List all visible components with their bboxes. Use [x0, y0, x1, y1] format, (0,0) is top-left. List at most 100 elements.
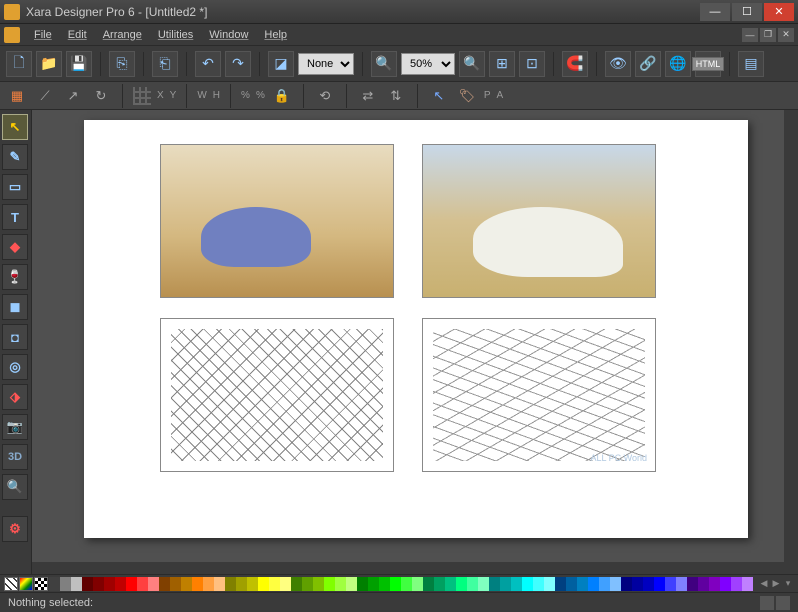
color-swatch[interactable]	[467, 577, 478, 591]
color-swatch[interactable]	[599, 577, 610, 591]
horizontal-scrollbar[interactable]	[32, 562, 784, 574]
doc-close-button[interactable]: ✕	[778, 28, 794, 42]
color-swatch[interactable]	[379, 577, 390, 591]
checker-swatch[interactable]	[34, 577, 48, 591]
color-swatch[interactable]	[159, 577, 170, 591]
extrude-tool[interactable]: 3D	[2, 444, 28, 470]
color-swatch[interactable]	[302, 577, 313, 591]
color-swatch[interactable]	[335, 577, 346, 591]
color-swatch[interactable]	[82, 577, 93, 591]
color-swatch[interactable]	[203, 577, 214, 591]
export-button[interactable]: ⎗	[152, 51, 178, 77]
link-button[interactable]: 🔗	[635, 51, 661, 77]
palette-menu[interactable]: ▾	[782, 577, 794, 591]
color-swatch[interactable]	[577, 577, 588, 591]
quality-button[interactable]: ◪	[268, 51, 294, 77]
angle-button[interactable]: ⟲	[314, 86, 336, 106]
maximize-button[interactable]: ☐	[732, 3, 762, 21]
color-swatch[interactable]	[533, 577, 544, 591]
color-swatch[interactable]	[731, 577, 742, 591]
color-swatch[interactable]	[60, 577, 71, 591]
color-swatch[interactable]	[500, 577, 511, 591]
color-swatch[interactable]	[236, 577, 247, 591]
color-swatch[interactable]	[258, 577, 269, 591]
color-swatch[interactable]	[698, 577, 709, 591]
settings-tool[interactable]: ⚙	[2, 516, 28, 542]
color-swatch[interactable]	[368, 577, 379, 591]
minimize-button[interactable]: —	[700, 3, 730, 21]
zoom-prev-button[interactable]: 🔍	[459, 51, 485, 77]
redo-button[interactable]: ↷	[225, 51, 251, 77]
color-swatch[interactable]	[137, 577, 148, 591]
color-swatch[interactable]	[643, 577, 654, 591]
color-swatch[interactable]	[621, 577, 632, 591]
color-swatch[interactable]	[104, 577, 115, 591]
color-swatch[interactable]	[115, 577, 126, 591]
cursor-toggle-button[interactable]: ↖	[428, 86, 450, 106]
color-swatch[interactable]	[49, 577, 60, 591]
html-button[interactable]: HTML	[695, 51, 721, 77]
fill-tool[interactable]: ◆	[2, 234, 28, 260]
import-button[interactable]: ⎘	[109, 51, 135, 77]
color-swatch[interactable]	[566, 577, 577, 591]
menu-file[interactable]: File	[26, 27, 60, 43]
artwork-boat-color[interactable]	[422, 144, 656, 298]
color-swatch[interactable]	[676, 577, 687, 591]
quality-select[interactable]: None	[298, 53, 354, 75]
tag-button[interactable]: 🏷	[456, 86, 478, 106]
flip-h-button[interactable]: ⇄	[357, 86, 379, 106]
doc-minimize-button[interactable]: —	[742, 28, 758, 42]
color-swatch[interactable]	[445, 577, 456, 591]
rotate-button[interactable]: ↻	[90, 86, 112, 106]
color-swatch[interactable]	[280, 577, 291, 591]
color-swatch[interactable]	[401, 577, 412, 591]
color-swatch[interactable]	[324, 577, 335, 591]
palette-scroll-right[interactable]: ▶	[770, 577, 782, 591]
color-swatch[interactable]	[456, 577, 467, 591]
selector-tool[interactable]: ↖	[2, 114, 28, 140]
color-swatch[interactable]	[225, 577, 236, 591]
color-swatch[interactable]	[269, 577, 280, 591]
color-swatch[interactable]	[346, 577, 357, 591]
shadow-tool[interactable]: ◼	[2, 294, 28, 320]
color-swatch[interactable]	[434, 577, 445, 591]
color-swatch[interactable]	[654, 577, 665, 591]
save-button[interactable]: 💾	[66, 51, 92, 77]
curve-button[interactable]: ⟋	[34, 86, 56, 106]
color-swatch[interactable]	[632, 577, 643, 591]
color-swatch[interactable]	[489, 577, 500, 591]
color-swatch[interactable]	[610, 577, 621, 591]
blend-tool[interactable]: ⬗	[2, 384, 28, 410]
text-tool[interactable]: T	[2, 204, 28, 230]
transparency-tool[interactable]: 🍷	[2, 264, 28, 290]
zoom-drawing-button[interactable]: ⊡	[519, 51, 545, 77]
color-swatch[interactable]	[720, 577, 731, 591]
bevel-tool[interactable]: ◘	[2, 324, 28, 350]
color-swatch[interactable]	[588, 577, 599, 591]
layers-button[interactable]: ▤	[738, 51, 764, 77]
zoom-palette-tool[interactable]: 🔍	[2, 474, 28, 500]
open-button[interactable]: 📁	[36, 51, 62, 77]
color-swatch[interactable]	[93, 577, 104, 591]
globe-button[interactable]: 🌐	[665, 51, 691, 77]
color-swatch[interactable]	[423, 577, 434, 591]
zoom-page-button[interactable]: ⊞	[489, 51, 515, 77]
rectangle-tool[interactable]: ▭	[2, 174, 28, 200]
close-button[interactable]: ✕	[764, 3, 794, 21]
no-fill-swatch[interactable]	[4, 577, 18, 591]
flip-v-button[interactable]: ⇅	[385, 86, 407, 106]
preview-button[interactable]: 👁	[605, 51, 631, 77]
menu-help[interactable]: Help	[256, 27, 295, 43]
color-swatch[interactable]	[478, 577, 489, 591]
artwork-boat-sketch[interactable]: ALL PC World	[422, 318, 656, 472]
current-color-swatch[interactable]	[19, 577, 33, 591]
freehand-tool[interactable]: ✎	[2, 144, 28, 170]
snap-button[interactable]: 🧲	[562, 51, 588, 77]
color-swatch[interactable]	[291, 577, 302, 591]
arrow-button[interactable]: ↗	[62, 86, 84, 106]
color-swatch[interactable]	[390, 577, 401, 591]
color-swatch[interactable]	[555, 577, 566, 591]
photo-tool[interactable]: 📷	[2, 414, 28, 440]
color-swatch[interactable]	[192, 577, 203, 591]
color-swatch[interactable]	[214, 577, 225, 591]
